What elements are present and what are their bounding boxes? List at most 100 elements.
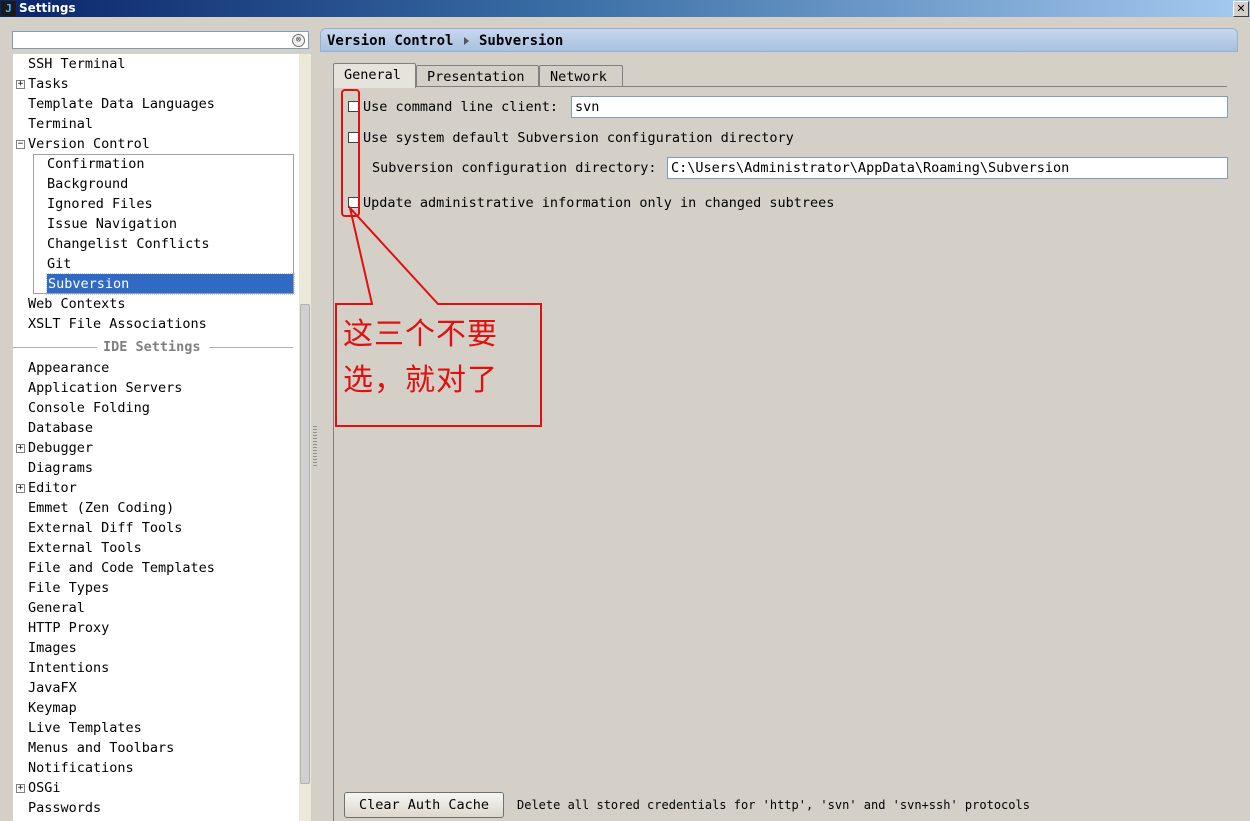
settings-tree[interactable]: SSH Terminal + Tasks Template Data Language…	[13, 54, 299, 821]
tree-item[interactable]: Application Servers	[28, 378, 182, 398]
tab-presentation[interactable]: Presentation	[416, 65, 539, 87]
tree-item[interactable]: General	[28, 598, 85, 618]
use-cli-checkbox[interactable]	[348, 101, 359, 112]
expand-icon[interactable]: +	[16, 444, 25, 453]
tree-item-label: Diagrams	[28, 460, 94, 476]
use-default-dir-checkbox[interactable]	[348, 132, 359, 143]
clear-auth-cache-button[interactable]: Clear Auth Cache	[344, 792, 504, 818]
tree-item-label: Debugger	[28, 440, 94, 456]
pane-splitter[interactable]	[312, 26, 318, 821]
tree-item[interactable]: File Types	[28, 578, 109, 598]
tree-item[interactable]: SSH Terminal	[28, 54, 126, 74]
clear-cache-note: Delete all stored credentials for 'http'…	[517, 798, 1030, 812]
update-admin-label: Update administrative information only i…	[363, 195, 835, 211]
tree-item-label: Application Servers	[28, 380, 183, 396]
tree-item[interactable]: Web Contexts	[28, 294, 126, 314]
config-dir-input[interactable]: C:\Users\Administrator\AppData\Roaming\S…	[667, 157, 1228, 179]
tree-scrollbar[interactable]	[299, 54, 311, 821]
tree-item[interactable]: JavaFX	[28, 678, 77, 698]
expand-icon[interactable]: +	[16, 784, 25, 793]
collapse-icon[interactable]: −	[16, 140, 25, 149]
tree-item-label: Console Folding	[28, 400, 150, 416]
tree-item-label: Images	[28, 640, 77, 656]
tree-item-label: Keymap	[28, 700, 77, 716]
ide-settings-separator: IDE Settings	[13, 337, 293, 357]
window-title: Settings	[19, 1, 76, 15]
tree-item[interactable]: Notifications	[28, 758, 134, 778]
tree-item-label: Menus and Toolbars	[28, 740, 175, 756]
breadcrumb: Version Control Subversion	[320, 28, 1238, 52]
tree-item[interactable]: File and Code Templates	[28, 558, 215, 578]
tree-item-label: Editor	[28, 480, 77, 496]
tree-item-label: XSLT File Associations	[28, 316, 207, 332]
tree-item[interactable]: − Version Control	[16, 134, 150, 154]
tree-item[interactable]: External Tools	[28, 538, 142, 558]
tree-item[interactable]: + OSGi	[16, 778, 61, 798]
tree-item[interactable]: Keymap	[28, 698, 77, 718]
update-admin-checkbox[interactable]	[348, 197, 359, 208]
tree-item[interactable]: Diagrams	[28, 458, 93, 478]
tree-item-label: Version Control	[28, 136, 150, 152]
tree-item-label: File Types	[28, 580, 110, 596]
tree-item[interactable]: Intentions	[28, 658, 109, 678]
tree-item-label: OSGi	[28, 780, 61, 796]
tree-item-label: Live Templates	[28, 720, 142, 736]
tree-item[interactable]: XSLT File Associations	[28, 314, 207, 334]
tree-item[interactable]: External Diff Tools	[28, 518, 182, 538]
tab-general[interactable]: General	[333, 63, 416, 88]
tree-item[interactable]: Console Folding	[28, 398, 150, 418]
tree-item-label: Web Contexts	[28, 296, 126, 312]
tree-item-label: Appearance	[28, 360, 110, 376]
tree-item[interactable]: + Tasks	[16, 74, 69, 94]
tree-item-label: HTTP Proxy	[28, 620, 110, 636]
tree-item-label: Database	[28, 420, 94, 436]
annotation-text: 这三个不要 选，就对了	[343, 312, 533, 404]
breadcrumb-current: Subversion	[479, 33, 564, 49]
version-control-children-box	[33, 154, 294, 294]
breadcrumb-arrow-icon	[464, 37, 469, 45]
tree-item-label: Intentions	[28, 660, 110, 676]
tree-item-label: Emmet (Zen Coding)	[28, 500, 175, 516]
window-titlebar[interactable]: J Settings ✕	[0, 0, 1250, 17]
cli-path-input[interactable]: svn	[571, 96, 1228, 118]
tree-item-label: Tasks	[28, 76, 69, 92]
expand-icon[interactable]: +	[16, 484, 25, 493]
annotation-line-1: 这三个不要	[343, 317, 498, 352]
breadcrumb-parent: Version Control	[327, 33, 454, 49]
tree-item[interactable]: Passwords	[28, 798, 101, 818]
use-cli-label: Use command line client:	[363, 99, 559, 115]
tree-item[interactable]: HTTP Proxy	[28, 618, 109, 638]
tree-item[interactable]: Emmet (Zen Coding)	[28, 498, 174, 518]
expand-icon[interactable]: +	[16, 80, 25, 89]
tree-item[interactable]: Images	[28, 638, 77, 658]
tree-item-label: SSH Terminal	[28, 56, 126, 72]
tree-item[interactable]: Live Templates	[28, 718, 142, 738]
tree-item[interactable]: + Editor	[16, 478, 77, 498]
tree-item-label: Template Data Languages	[28, 96, 215, 112]
tree-item[interactable]: + Debugger	[16, 438, 94, 458]
tree-item-label: General	[28, 600, 85, 616]
tree-item-label: Terminal	[28, 116, 94, 132]
clear-search-icon[interactable]: ⊗	[292, 34, 305, 47]
general-tab-panel: Use command line client: svn Use system …	[333, 87, 1228, 821]
close-button[interactable]: ✕	[1233, 1, 1249, 17]
tree-item-label: External Tools	[28, 540, 142, 556]
tree-item[interactable]: Template Data Languages	[28, 94, 215, 114]
search-input[interactable]: ⊗	[12, 31, 309, 49]
tree-item[interactable]: Menus and Toolbars	[28, 738, 174, 758]
tree-item-label: Notifications	[28, 760, 134, 776]
use-default-dir-label: Use system default Subversion configurat…	[363, 130, 794, 146]
tree-item[interactable]: Appearance	[28, 358, 109, 378]
annotation-line-2: 选，就对了	[343, 363, 498, 398]
tree-item-label: File and Code Templates	[28, 560, 215, 576]
tree-scrollbar-thumb[interactable]	[300, 304, 310, 784]
ide-settings-label: IDE Settings	[99, 337, 205, 357]
tree-item-label: External Diff Tools	[28, 520, 183, 536]
app-icon: J	[1, 1, 16, 16]
tree-item[interactable]: Terminal	[28, 114, 93, 134]
close-icon: ✕	[1236, 2, 1246, 15]
tree-item[interactable]: Database	[28, 418, 93, 438]
tree-item-label: JavaFX	[28, 680, 77, 696]
tab-network[interactable]: Network	[539, 65, 623, 87]
tree-item-label: Passwords	[28, 800, 102, 816]
